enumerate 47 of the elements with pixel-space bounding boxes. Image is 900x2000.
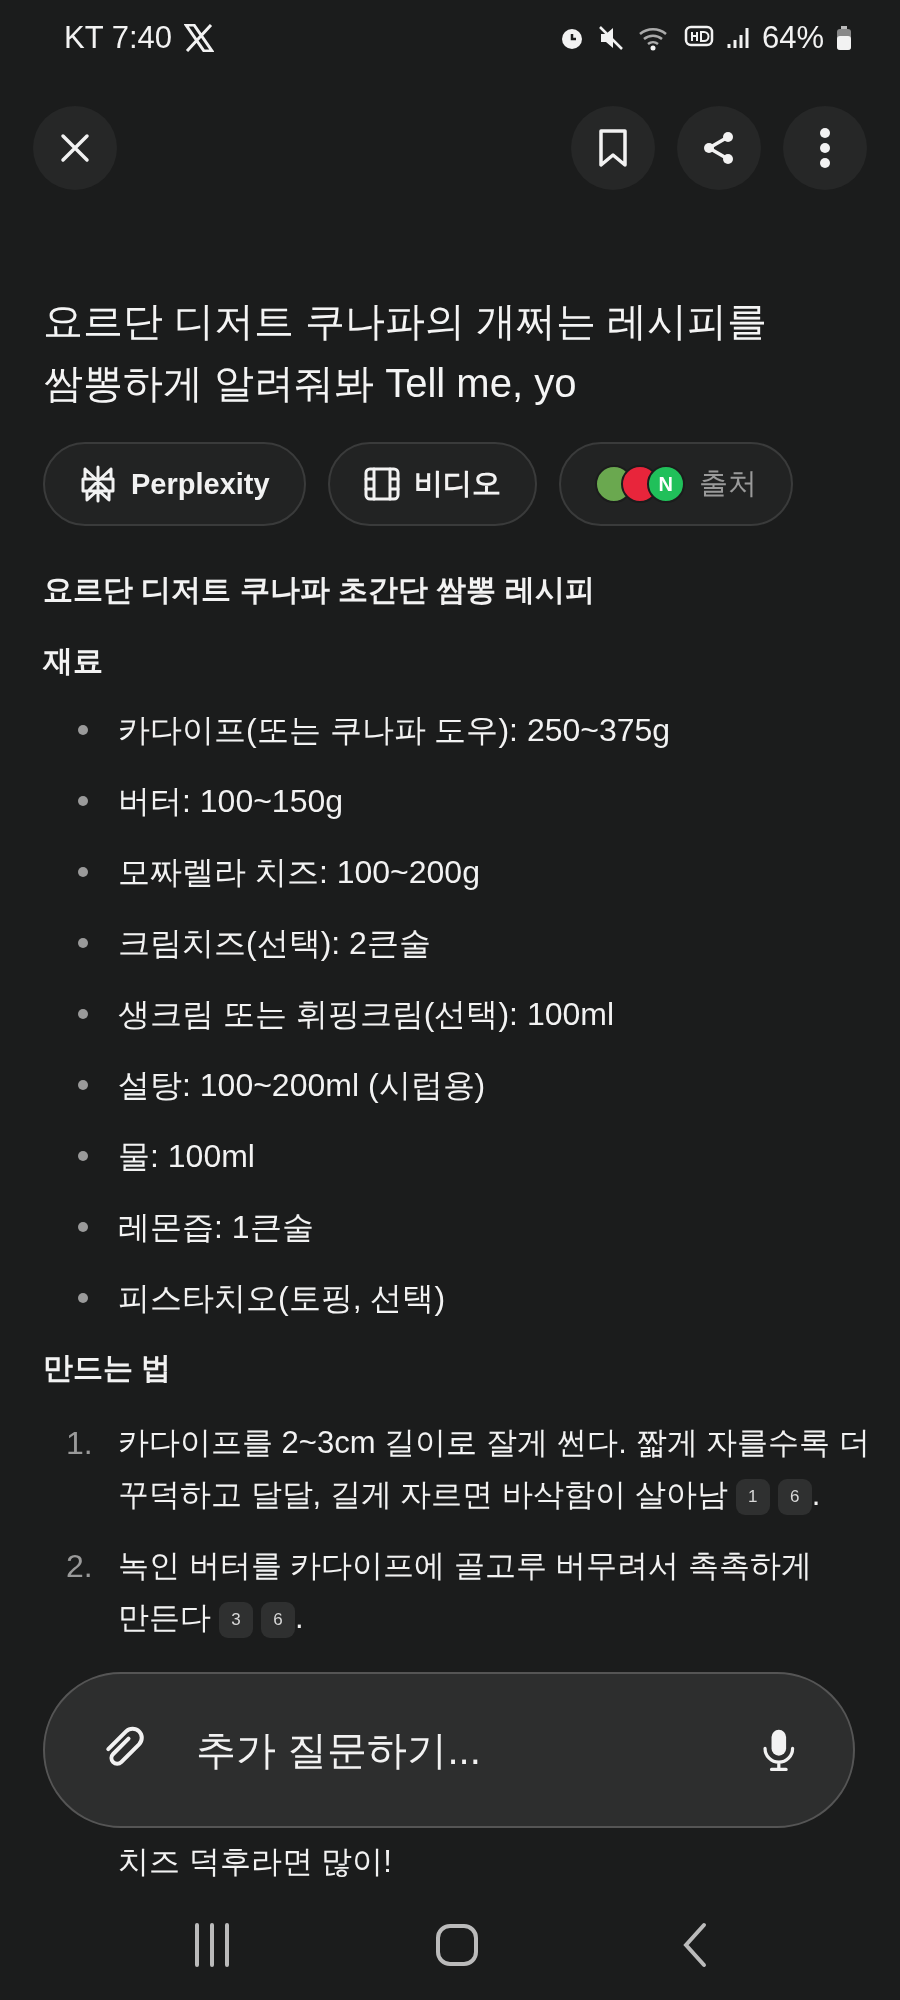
- ingredient-item: 물: 100ml: [118, 1137, 255, 1176]
- bullet-icon: [78, 1009, 88, 1019]
- ingredient-item: 레몬즙: 1큰술: [118, 1208, 314, 1247]
- bullet-icon: [78, 1080, 88, 1090]
- sources-chip[interactable]: N 출처: [558, 442, 793, 526]
- step-text: 카다이프를 2~3cm 길이로 잘게 썬다. 짧게 자를수록 더 꾸덕하고 달달, 길게 자르면 바삭함이 살아남 1 6 .: [118, 1417, 886, 1521]
- battery-icon: [836, 24, 852, 52]
- x-logo-icon: [184, 24, 214, 52]
- bullet-icon: [78, 867, 88, 877]
- bookmark-icon: [597, 128, 629, 168]
- close-icon: [59, 132, 91, 164]
- section-heading: 만드는 법: [42, 1350, 173, 1386]
- bullet-icon: [78, 1293, 88, 1303]
- question-title: 요르단 디저트 쿠나파의 개쩌는 레시피를 쌈뽕하게 알려줘봐 Tell me, yo: [43, 298, 769, 407]
- back-icon: [682, 1922, 709, 1968]
- source-icon: N: [646, 465, 685, 503]
- bullet-icon: [78, 1222, 88, 1232]
- bullet-icon: [78, 725, 88, 735]
- section-heading: 재료: [42, 643, 104, 679]
- ingredient-item: 버터: 100~150g: [118, 782, 344, 821]
- source-engine-chip[interactable]: Perplexity: [43, 442, 306, 526]
- step-text: 치즈 덕후라면 많이!: [118, 1843, 392, 1881]
- ingredient-item: 크림치즈(선택): 2큰술: [118, 924, 431, 963]
- answer-heading: 요르단 디저트 쿠나파 초간단 쌈뽕 레시피: [42, 572, 596, 608]
- bullet-icon: [78, 1151, 88, 1161]
- step-number: 1.: [66, 1424, 94, 1463]
- citation-link[interactable]: 1: [735, 1478, 770, 1515]
- more-icon: [818, 128, 832, 168]
- ingredient-item: 생크림 또는 휘핑크림(선택): 100ml: [118, 995, 615, 1034]
- step-number: 2.: [66, 1547, 94, 1586]
- step-text: 녹인 버터를 카다이프에 골고루 버무려서 촉촉하게 만든다 3 6 .: [118, 1540, 886, 1644]
- carrier-time: KT 7:40: [64, 20, 172, 56]
- battery-percent: 64%: [761, 20, 824, 56]
- home-icon: [435, 1923, 479, 1967]
- perplexity-logo-icon: [79, 465, 117, 503]
- film-icon: [363, 467, 400, 501]
- video-chip[interactable]: 비디오: [327, 442, 537, 526]
- ingredient-item: 카다이프(또는 쿠나파 도우): 250~375g: [118, 711, 671, 750]
- bullet-icon: [78, 796, 88, 806]
- citation-link[interactable]: 6: [777, 1478, 812, 1515]
- citation-link[interactable]: 3: [219, 1601, 253, 1638]
- ingredient-item: 설탕: 100~200ml (시럽용): [118, 1066, 486, 1105]
- bullet-icon: [78, 938, 88, 948]
- follow-up-field[interactable]: 추가 질문하기...: [194, 1726, 714, 1774]
- ingredient-item: 피스타치오(토핑, 선택): [118, 1279, 446, 1318]
- citation-link[interactable]: 6: [261, 1601, 295, 1638]
- ingredient-item: 모짜렐라 치즈: 100~200g: [118, 853, 480, 892]
